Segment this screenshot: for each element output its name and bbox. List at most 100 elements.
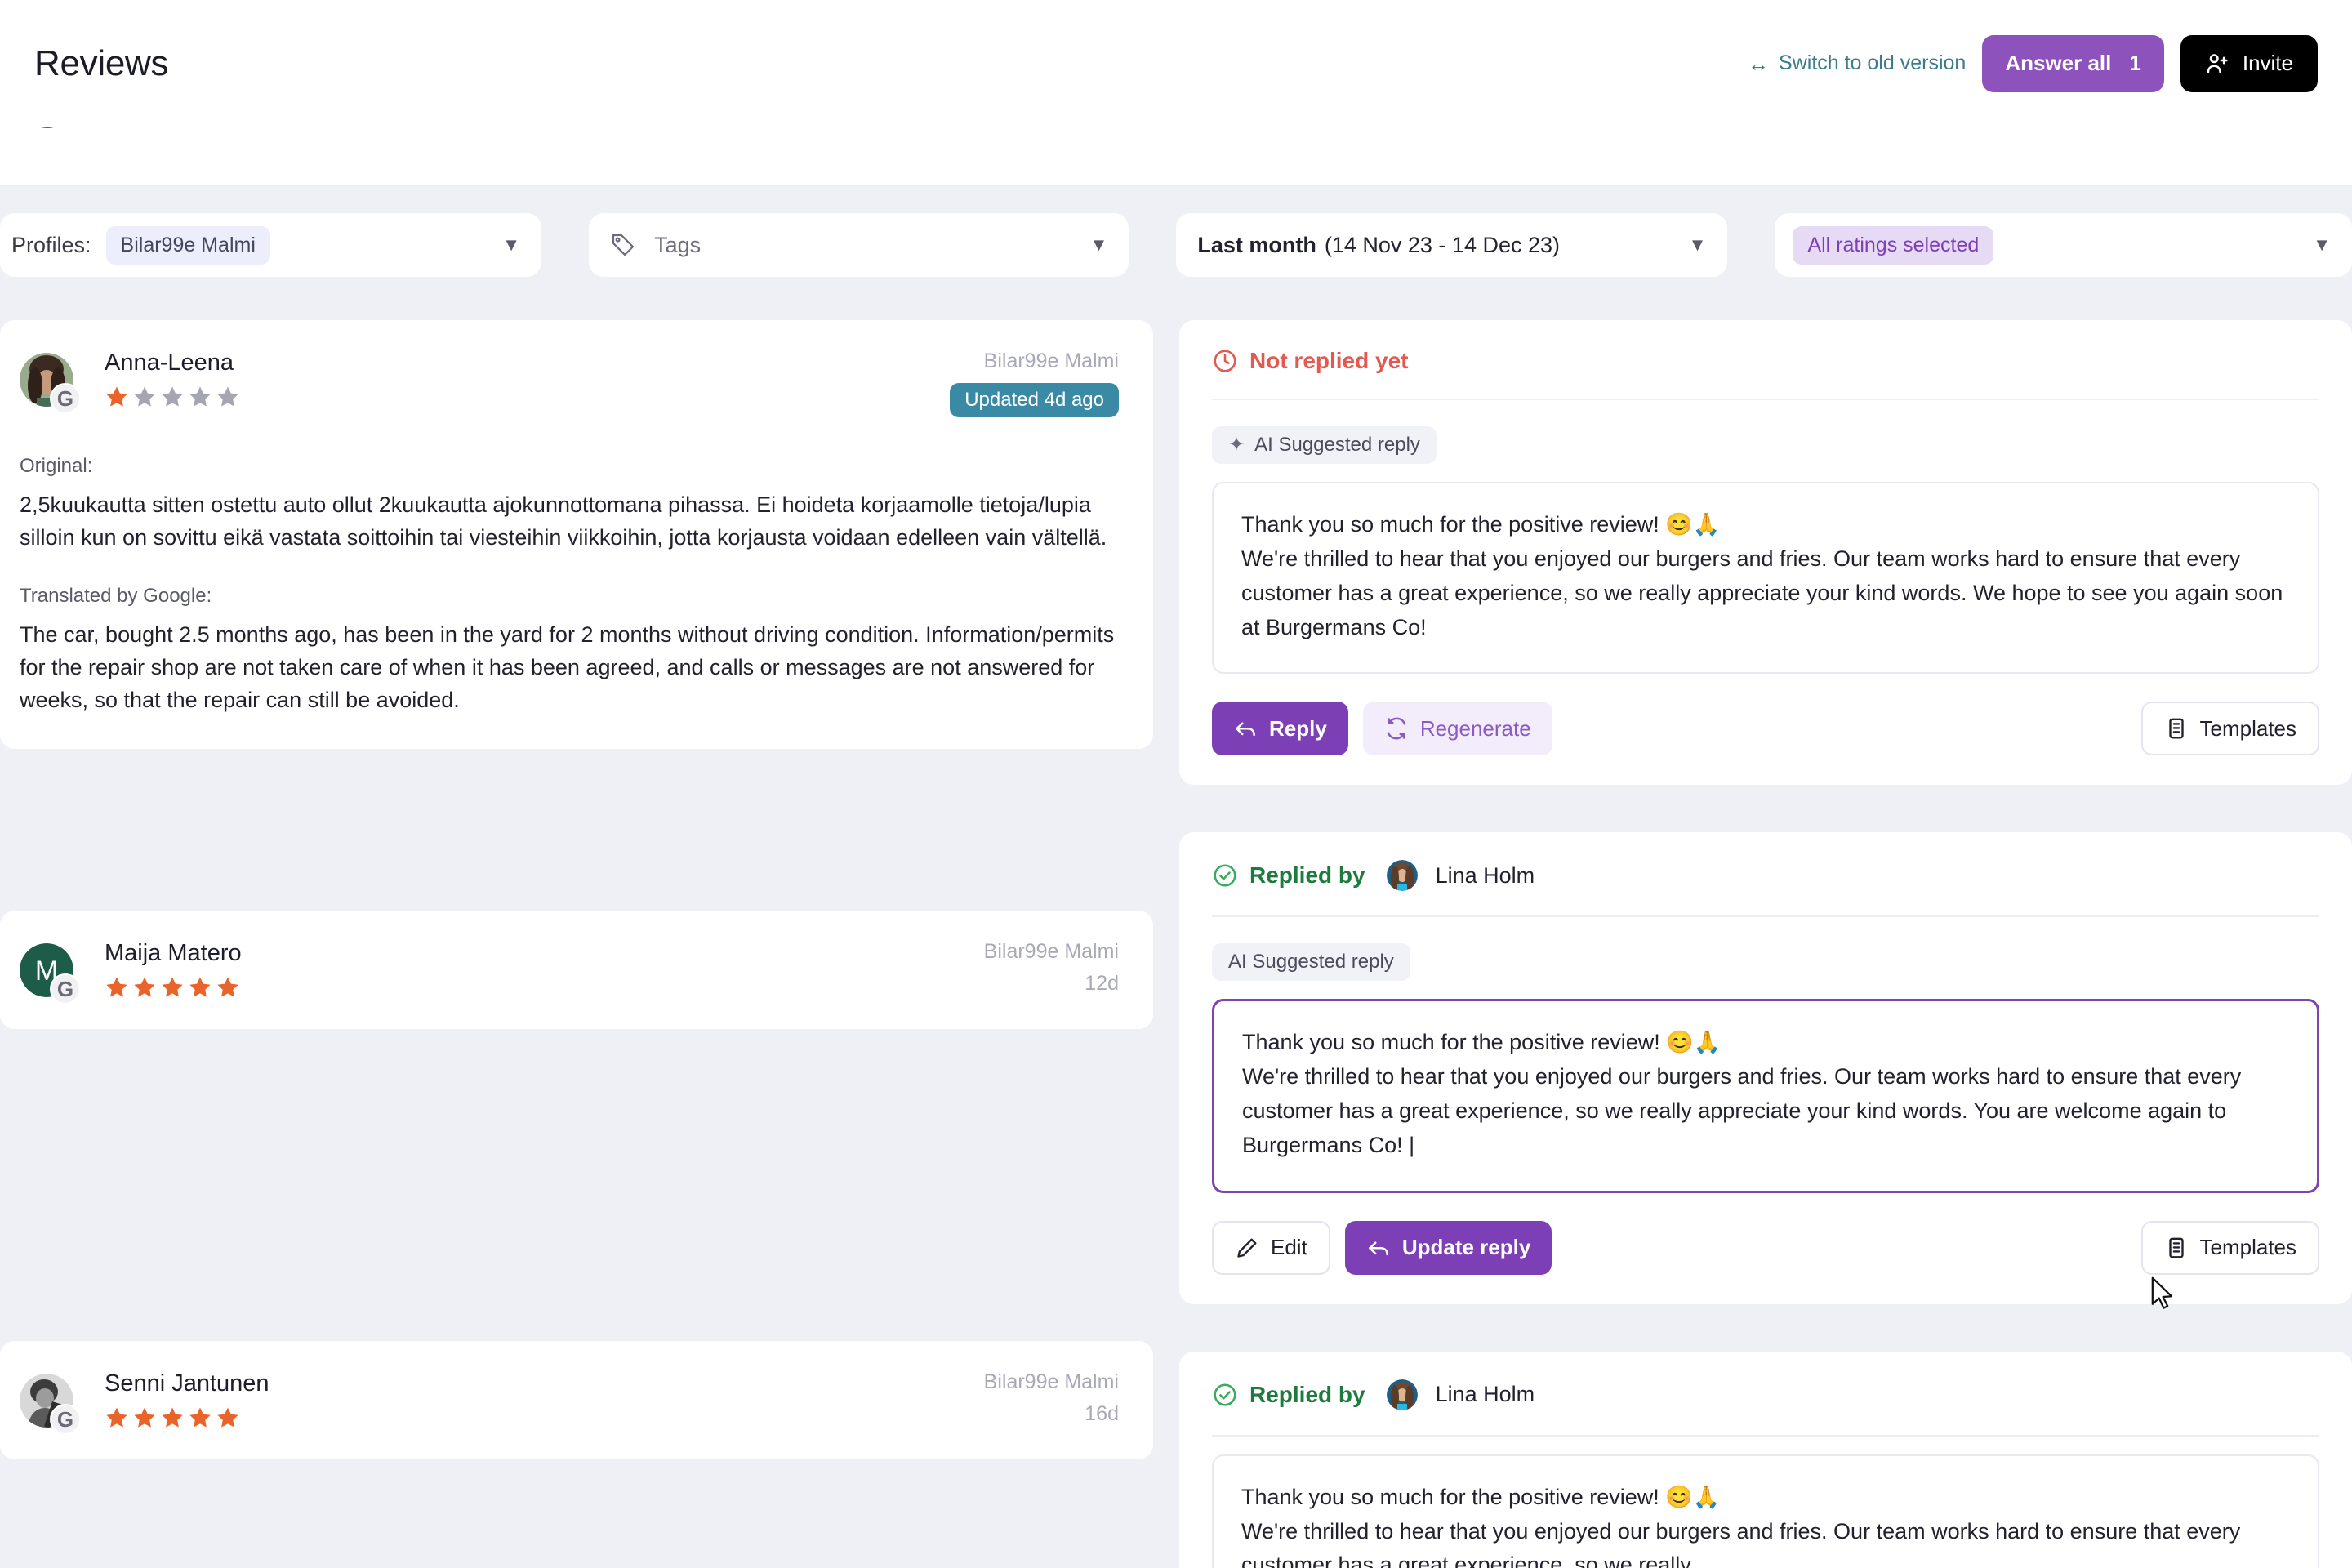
divider (1212, 1434, 2319, 1437)
reply-status: Replied by Lina Holm (1212, 1379, 2319, 1410)
tags-filter[interactable]: Tags ▼ (589, 213, 1129, 277)
answer-all-button[interactable]: Answer all 1 (1982, 34, 2164, 92)
template-list-icon (2168, 718, 2184, 739)
review-age: 12d (1085, 972, 1119, 996)
original-text: 2,5kuukautta sitten ostettu auto ollut 2… (20, 492, 1107, 550)
answer-all-count: 1 (2129, 51, 2141, 75)
header-actions: ↔ Switch to old version Answer all 1 Inv… (1748, 34, 2318, 92)
star-filled-icon (106, 977, 127, 998)
chatgpt-toggle[interactable] (23, 127, 72, 128)
status-badge: Updated 4d ago (950, 383, 1119, 417)
edit-button[interactable]: Edit (1212, 1220, 1330, 1275)
reply-textarea[interactable]: Thank you so much for the positive revie… (1212, 999, 2319, 1193)
check-circle-icon (1214, 864, 1236, 887)
star-empty-icon (189, 386, 211, 407)
review-header: G Anna-Leena Bilar99e Malmi Updated 4d a… (20, 350, 1119, 417)
ai-suggested-badge-label: AI Suggested reply (1254, 434, 1420, 456)
replier-name: Lina Holm (1435, 862, 1535, 888)
pencil-icon (1237, 1238, 1257, 1258)
ratings-selected-chip: All ratings selected (1793, 225, 1994, 265)
sparkle-icon: ✦ (1228, 434, 1245, 456)
star-filled-icon (106, 1407, 127, 1428)
invite-label: Invite (2242, 51, 2293, 75)
star-empty-icon (162, 386, 183, 407)
left-right-arrow-icon: ↔ (1748, 51, 1770, 76)
user-plus-icon (2207, 53, 2228, 73)
star-filled-icon (134, 977, 155, 998)
review-card[interactable]: M G Maija Matero Bilar99e Malmi 12d (0, 911, 1153, 1030)
reply-card: Replied by Lina Holm Thank you so much f… (1179, 1351, 2352, 1568)
star-filled-icon (189, 977, 211, 998)
translated-text: The car, bought 2.5 months ago, has been… (20, 622, 1115, 712)
avatar: G (20, 353, 81, 414)
star-filled-icon (106, 386, 127, 407)
replies-list: Not replied yet ✦ AI Suggested reply Tha… (1179, 320, 2352, 1568)
date-range-value: (14 Nov 23 - 14 Dec 23) (1324, 232, 1560, 257)
avatar: M G (20, 943, 81, 1005)
reviewer-info: Senni Jantunen (105, 1370, 270, 1430)
date-range-filter[interactable]: Last month (14 Nov 23 - 14 Dec 23) ▼ (1176, 213, 1728, 277)
reply-button[interactable]: Reply (1212, 702, 1348, 756)
star-filled-icon (162, 1407, 183, 1428)
star-filled-icon (217, 977, 238, 998)
regenerate-button-label: Regenerate (1419, 715, 1531, 741)
reply-status-label: Replied by (1250, 862, 1365, 889)
switch-to-old-version-link[interactable]: ↔ Switch to old version (1748, 51, 1966, 75)
review-card[interactable]: G Senni Jantunen Bilar99e Malmi 16d (0, 1341, 1153, 1460)
profiles-selected-chip: Bilar99e Malmi (105, 225, 270, 265)
edit-button-label: Edit (1271, 1235, 1307, 1260)
reply-textarea[interactable]: Thank you so much for the positive revie… (1212, 482, 2319, 675)
star-empty-icon (217, 386, 238, 407)
templates-button[interactable]: Templates (2140, 1220, 2319, 1275)
regenerate-button[interactable]: Regenerate (1362, 702, 1552, 756)
star-filled-icon (162, 977, 183, 998)
review-header: M G Maija Matero Bilar99e Malmi 12d (20, 940, 1119, 1005)
reviews-page: Reviews ↔ Switch to old version Answer a… (0, 0, 2352, 1568)
reviewer-info: Anna-Leena (105, 350, 240, 409)
reply-status-label: Replied by (1250, 1381, 1365, 1407)
templates-button[interactable]: Templates (2140, 702, 2319, 756)
chevron-down-icon: ▼ (1089, 234, 1108, 255)
invite-button[interactable]: Invite (2180, 34, 2318, 92)
date-range-label: Last month (1197, 232, 1316, 257)
reply-status: Not replied yet (1212, 348, 2319, 374)
templates-button-label: Templates (2199, 715, 2297, 741)
template-list-icon (2168, 1237, 2184, 1258)
review-header: G Senni Jantunen Bilar99e Malmi 16d (20, 1370, 1119, 1436)
star-empty-icon (134, 386, 155, 407)
review-meta: Bilar99e Malmi 12d (984, 940, 1119, 996)
replier-name: Lina Holm (1435, 1382, 1535, 1407)
rating-stars (105, 1405, 270, 1430)
app-header: Reviews ↔ Switch to old version Answer a… (0, 0, 2352, 127)
reviewer-info: Maija Matero (105, 940, 242, 1000)
page-title: Reviews (34, 42, 169, 83)
refresh-icon (1387, 718, 1406, 740)
ratings-filter[interactable]: All ratings selected ▼ (1775, 213, 2352, 277)
star-filled-icon (189, 1407, 211, 1428)
google-g-icon: G (50, 1404, 81, 1436)
reviewer-name: Anna-Leena (105, 350, 234, 376)
tag-icon (610, 232, 636, 258)
reply-textarea[interactable]: Thank you so much for the positive revie… (1212, 1454, 2319, 1568)
review-meta: Bilar99e Malmi Updated 4d ago (950, 350, 1119, 417)
profiles-filter[interactable]: Profiles: Bilar99e Malmi ▼ (0, 213, 542, 277)
filter-bar: Profiles: Bilar99e Malmi ▼ Tags ▼ Last m… (0, 203, 2352, 287)
reply-button-label: Reply (1269, 715, 1327, 741)
translated-label: Translated by Google: (20, 585, 212, 608)
review-card[interactable]: G Anna-Leena Bilar99e Malmi Updated 4d a… (0, 320, 1153, 750)
star-filled-icon (217, 1407, 238, 1428)
review-age: 16d (1085, 1402, 1119, 1426)
review-body: Original: 2,5kuukautta sitten ostettu au… (20, 455, 1119, 716)
chatgpt-suggestions-notice: Enable the option to create review reply… (0, 127, 2352, 186)
google-g-icon: G (50, 973, 81, 1005)
ai-suggested-badge-label: AI Suggested reply (1228, 951, 1394, 973)
review-meta: Bilar99e Malmi 16d (984, 1370, 1119, 1426)
reply-actions: Edit Update reply Templates (1212, 1220, 2319, 1275)
switch-link-label: Switch to old version (1779, 51, 1967, 74)
update-reply-button[interactable]: Update reply (1344, 1220, 1552, 1275)
reviewer-name: Senni Jantunen (105, 1370, 270, 1397)
chevron-down-icon: ▼ (2313, 234, 2331, 255)
replier-avatar (1386, 860, 1418, 892)
avatar: G (20, 1374, 81, 1436)
reply-actions: Reply Regenerate Templates (1212, 702, 2319, 756)
